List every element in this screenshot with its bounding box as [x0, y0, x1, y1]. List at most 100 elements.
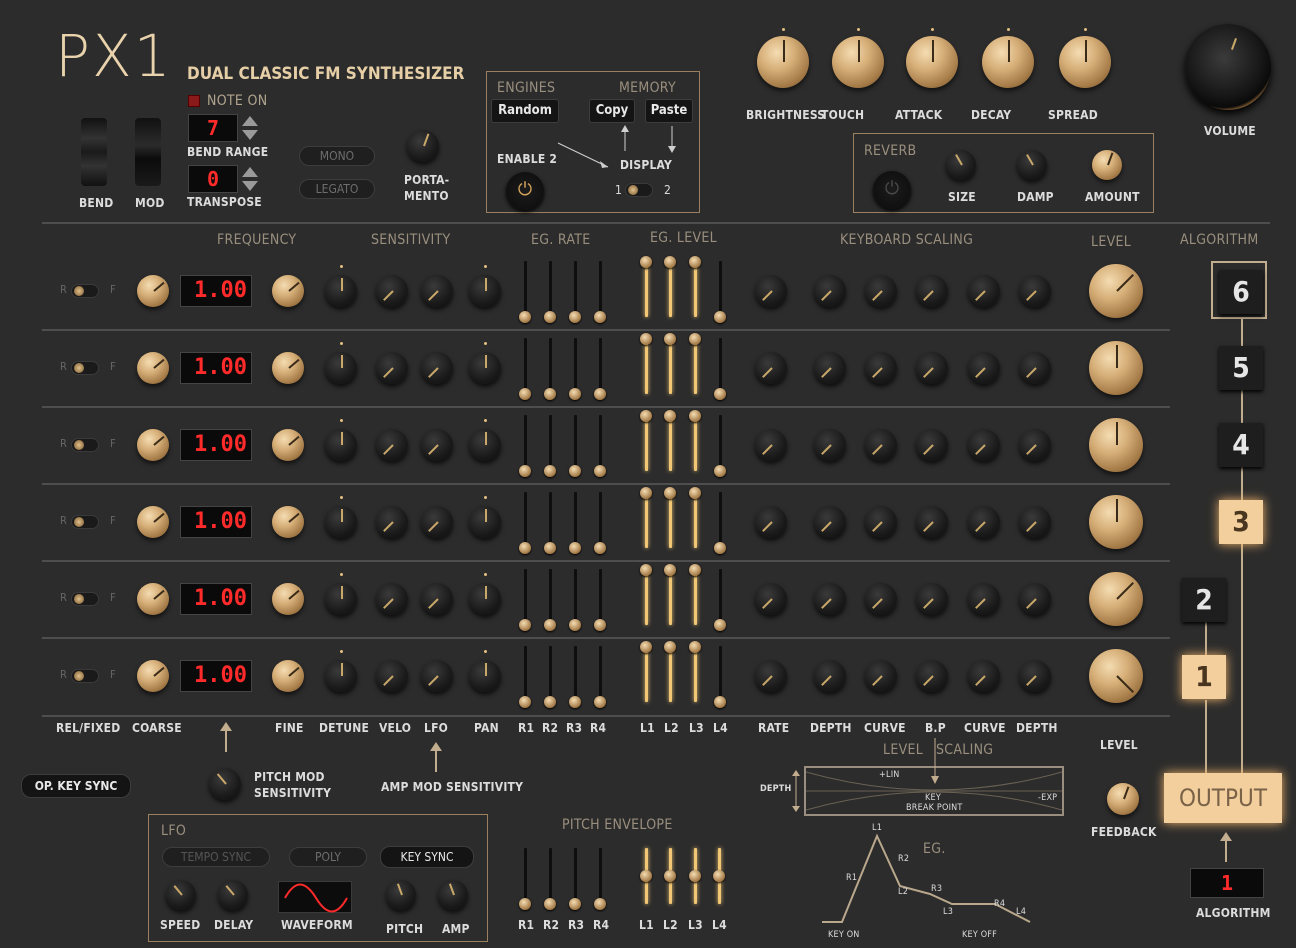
mod-wheel[interactable]: [135, 118, 161, 186]
op2-lfo-knob[interactable]: [421, 583, 453, 615]
transpose-down-icon[interactable]: [242, 181, 258, 191]
op6-eg-rate-2-slider[interactable]: [549, 261, 552, 317]
op6-kbd-scaling-knob-1[interactable]: [755, 275, 787, 307]
algorithm-op5[interactable]: 5: [1219, 346, 1263, 390]
legato-button[interactable]: LEGATO: [299, 179, 375, 199]
op5-kbd-scaling-knob-3[interactable]: [865, 352, 897, 384]
op6-frequency-display[interactable]: 1.00: [180, 275, 252, 307]
op4-eg-rate-4-slider[interactable]: [599, 415, 602, 471]
op6-eg-level-2-slider[interactable]: [669, 261, 672, 317]
pitch-env-rate-3-slider[interactable]: [574, 848, 577, 904]
op3-kbd-scaling-knob-5[interactable]: [968, 506, 1000, 538]
op2-eg-level-4-slider[interactable]: [719, 569, 722, 625]
slider-thumb[interactable]: [689, 410, 701, 422]
slider-thumb[interactable]: [640, 333, 652, 345]
slider-thumb[interactable]: [569, 696, 581, 708]
slider-thumb[interactable]: [544, 898, 556, 910]
op1-detune-knob[interactable]: [325, 660, 357, 692]
bend-range-up-icon[interactable]: [242, 116, 258, 126]
op1-eg-rate-1-slider[interactable]: [524, 646, 527, 702]
pitch-env-rate-1-slider[interactable]: [524, 848, 527, 904]
op-key-sync-button[interactable]: OP. KEY SYNC: [21, 774, 131, 798]
op3-eg-level-3-slider[interactable]: [694, 492, 697, 548]
slider-thumb[interactable]: [714, 465, 726, 477]
op3-eg-level-2-slider[interactable]: [669, 492, 672, 548]
op2-eg-rate-1-slider[interactable]: [524, 569, 527, 625]
op2-pan-knob[interactable]: [469, 583, 501, 615]
op5-kbd-scaling-knob-2[interactable]: [814, 352, 846, 384]
op1-eg-rate-4-slider[interactable]: [599, 646, 602, 702]
op2-coarse-knob[interactable]: [137, 583, 169, 615]
op6-eg-level-3-slider[interactable]: [694, 261, 697, 317]
macro-touch-knob[interactable]: [832, 36, 884, 88]
op4-eg-level-3-slider[interactable]: [694, 415, 697, 471]
slider-thumb[interactable]: [544, 542, 556, 554]
bend-wheel[interactable]: [81, 118, 107, 186]
slider-thumb[interactable]: [640, 564, 652, 576]
op1-eg-rate-3-slider[interactable]: [574, 646, 577, 702]
op4-eg-rate-2-slider[interactable]: [549, 415, 552, 471]
op6-kbd-scaling-knob-5[interactable]: [968, 275, 1000, 307]
slider-thumb[interactable]: [640, 870, 652, 882]
lfo-amp-knob[interactable]: [438, 880, 468, 910]
op2-eg-level-1-slider[interactable]: [645, 569, 648, 625]
slider-thumb[interactable]: [689, 487, 701, 499]
slider-thumb[interactable]: [640, 487, 652, 499]
slider-thumb[interactable]: [664, 641, 676, 653]
op1-eg-level-4-slider[interactable]: [719, 646, 722, 702]
op5-kbd-scaling-knob-6[interactable]: [1019, 352, 1051, 384]
slider-thumb[interactable]: [594, 465, 606, 477]
op3-pan-knob[interactable]: [469, 506, 501, 538]
op2-eg-rate-3-slider[interactable]: [574, 569, 577, 625]
op1-eg-level-3-slider[interactable]: [694, 646, 697, 702]
op2-rel-fixed-toggle[interactable]: [71, 592, 99, 606]
op4-coarse-knob[interactable]: [137, 429, 169, 461]
op5-coarse-knob[interactable]: [137, 352, 169, 384]
op2-level-knob[interactable]: [1089, 572, 1143, 626]
op3-eg-rate-2-slider[interactable]: [549, 492, 552, 548]
op4-level-knob[interactable]: [1089, 418, 1143, 472]
slider-thumb[interactable]: [689, 564, 701, 576]
op4-kbd-scaling-knob-1[interactable]: [755, 429, 787, 461]
reverb-damp-knob[interactable]: [1017, 150, 1047, 180]
op5-eg-rate-4-slider[interactable]: [599, 338, 602, 394]
reverb-amount-knob[interactable]: [1092, 150, 1122, 180]
op6-detune-knob[interactable]: [325, 275, 357, 307]
algorithm-op3[interactable]: 3: [1219, 500, 1263, 544]
slider-thumb[interactable]: [519, 311, 531, 323]
op2-kbd-scaling-knob-4[interactable]: [916, 583, 948, 615]
op3-kbd-scaling-knob-2[interactable]: [814, 506, 846, 538]
op3-kbd-scaling-knob-4[interactable]: [916, 506, 948, 538]
slider-thumb[interactable]: [714, 388, 726, 400]
op6-fine-knob[interactable]: [272, 275, 304, 307]
op6-lfo-knob[interactable]: [421, 275, 453, 307]
op5-eg-level-4-slider[interactable]: [719, 338, 722, 394]
op1-eg-level-2-slider[interactable]: [669, 646, 672, 702]
op2-kbd-scaling-knob-1[interactable]: [755, 583, 787, 615]
slider-thumb[interactable]: [664, 870, 676, 882]
op3-coarse-knob[interactable]: [137, 506, 169, 538]
op6-eg-level-4-slider[interactable]: [719, 261, 722, 317]
op3-eg-level-4-slider[interactable]: [719, 492, 722, 548]
op1-kbd-scaling-knob-1[interactable]: [755, 660, 787, 692]
op4-eg-level-4-slider[interactable]: [719, 415, 722, 471]
op5-kbd-scaling-knob-1[interactable]: [755, 352, 787, 384]
waveform-display[interactable]: [278, 881, 352, 913]
op6-eg-rate-4-slider[interactable]: [599, 261, 602, 317]
op2-velo-knob[interactable]: [376, 583, 408, 615]
op5-eg-level-1-slider[interactable]: [645, 338, 648, 394]
op3-rel-fixed-toggle[interactable]: [71, 515, 99, 529]
slider-thumb[interactable]: [544, 696, 556, 708]
slider-thumb[interactable]: [664, 410, 676, 422]
op1-eg-rate-2-slider[interactable]: [549, 646, 552, 702]
op6-eg-level-1-slider[interactable]: [645, 261, 648, 317]
slider-thumb[interactable]: [664, 333, 676, 345]
op5-velo-knob[interactable]: [376, 352, 408, 384]
algorithm-op2[interactable]: 2: [1182, 578, 1226, 622]
op5-rel-fixed-toggle[interactable]: [71, 361, 99, 375]
key-sync-button[interactable]: KEY SYNC: [380, 846, 474, 868]
op4-eg-level-2-slider[interactable]: [669, 415, 672, 471]
op3-lfo-knob[interactable]: [421, 506, 453, 538]
slider-thumb[interactable]: [519, 619, 531, 631]
slider-thumb[interactable]: [569, 465, 581, 477]
